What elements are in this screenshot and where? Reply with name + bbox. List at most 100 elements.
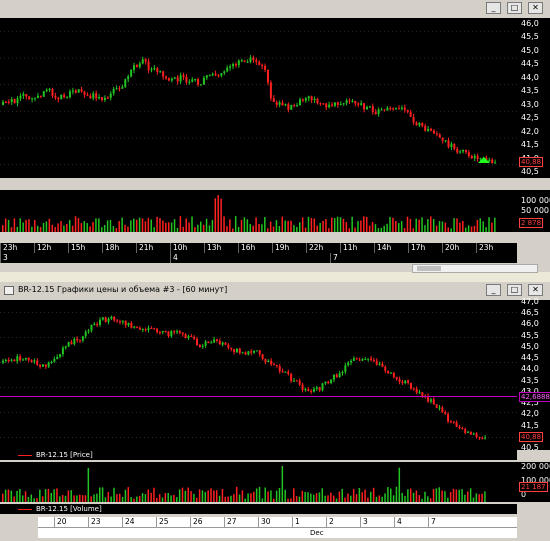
candle-body	[273, 364, 276, 366]
volume-bar	[147, 489, 149, 502]
candle-body	[352, 358, 355, 361]
candle-body	[395, 376, 398, 380]
volume-bar	[73, 495, 75, 502]
candle-body	[25, 94, 28, 97]
candle-body	[241, 352, 244, 354]
time-label: 20h	[442, 243, 459, 253]
candle-body	[194, 79, 197, 81]
candle-body	[316, 98, 319, 104]
candle-body	[295, 380, 298, 382]
price-tick: 44,5	[521, 59, 539, 69]
candle-body	[261, 354, 264, 359]
maximize-button[interactable]: □	[507, 2, 522, 14]
candle-body	[13, 359, 16, 362]
candle-body	[21, 359, 24, 361]
volume-bar	[56, 488, 58, 502]
candle-body	[159, 71, 162, 73]
candle-body	[240, 60, 243, 62]
candle-body	[99, 319, 101, 325]
candle-body	[281, 102, 284, 106]
volume-bar	[293, 488, 295, 502]
volume-bar	[19, 218, 21, 232]
candle-body	[2, 360, 4, 363]
volume-bar	[13, 496, 15, 502]
candle-body	[243, 60, 246, 62]
candle-body	[230, 347, 233, 350]
candle-body	[264, 358, 267, 362]
candle-body	[64, 346, 67, 348]
candle-body	[178, 331, 181, 333]
volume-bar	[264, 487, 266, 502]
volume-bar	[438, 487, 440, 502]
bottom-price-pane[interactable]	[0, 300, 517, 450]
volume-bar	[255, 488, 258, 502]
time-label: 16h	[238, 243, 255, 253]
volume-bar	[325, 218, 327, 232]
candle-body	[130, 69, 133, 77]
top-horizontal-scrollbar[interactable]	[412, 264, 538, 273]
price-tick: 46,0	[521, 319, 539, 329]
close-button[interactable]: ✕	[528, 284, 543, 296]
price-legend-label: BR-12.15 [Price]	[36, 451, 93, 459]
candle-body	[318, 387, 321, 391]
volume-bar	[50, 492, 52, 502]
candle-body	[176, 331, 179, 333]
minimize-button[interactable]: _	[486, 284, 501, 296]
bottom-volume-pane[interactable]	[0, 462, 517, 502]
volume-bar	[165, 222, 167, 232]
volume-bar	[324, 495, 326, 502]
candle-body	[312, 388, 315, 392]
candle-body	[36, 95, 39, 98]
volume-bar	[98, 218, 100, 232]
price-tick: 42,5	[521, 113, 539, 123]
candle-body	[395, 108, 398, 110]
candle-body	[41, 364, 44, 367]
candle-body	[59, 354, 62, 357]
volume-bar	[89, 226, 91, 232]
scroll-thumb[interactable]	[417, 266, 441, 271]
candle-body	[244, 352, 247, 355]
volume-bar	[479, 218, 482, 232]
volume-bar	[159, 218, 161, 232]
candle-body	[200, 84, 202, 86]
candle-body	[456, 148, 459, 153]
volume-bar	[150, 492, 152, 502]
candle-body	[293, 105, 296, 107]
volume-bar	[136, 496, 138, 502]
top-volume-pane[interactable]	[0, 190, 517, 232]
maximize-button[interactable]: □	[507, 284, 522, 296]
candle-body	[484, 437, 487, 439]
volume-bar	[226, 226, 228, 232]
volume-bar	[79, 494, 81, 502]
volume-bar	[10, 490, 13, 502]
price-tick: 43,0	[521, 99, 539, 109]
volume-bar	[51, 224, 53, 232]
candle-body	[398, 379, 401, 382]
volume-bar	[377, 228, 380, 232]
volume-bar	[378, 495, 381, 502]
volume-bar	[28, 219, 30, 232]
price-tick: 45,0	[521, 341, 539, 351]
volume-bar	[214, 198, 217, 232]
volume-bar	[124, 224, 126, 232]
candle-body	[333, 102, 336, 106]
candle-body	[213, 339, 216, 343]
candle-body	[427, 128, 430, 131]
candle-body	[313, 98, 316, 101]
candle-body	[336, 102, 339, 105]
volume-bar	[141, 218, 144, 232]
volume-bar	[22, 222, 24, 232]
volume-bar	[107, 492, 110, 502]
close-button[interactable]: ✕	[528, 2, 543, 14]
volume-bar	[182, 226, 185, 232]
candle-body	[321, 383, 324, 391]
candle-body	[198, 344, 201, 347]
candle-body	[10, 99, 13, 103]
minimize-button[interactable]: _	[486, 2, 501, 14]
date-label: 30	[258, 517, 271, 527]
bottom-price-chart	[0, 312, 517, 440]
top-price-pane[interactable]	[0, 18, 517, 178]
volume-bar	[127, 226, 129, 232]
time-label: 21h	[136, 243, 153, 253]
volume-bar	[96, 493, 98, 502]
